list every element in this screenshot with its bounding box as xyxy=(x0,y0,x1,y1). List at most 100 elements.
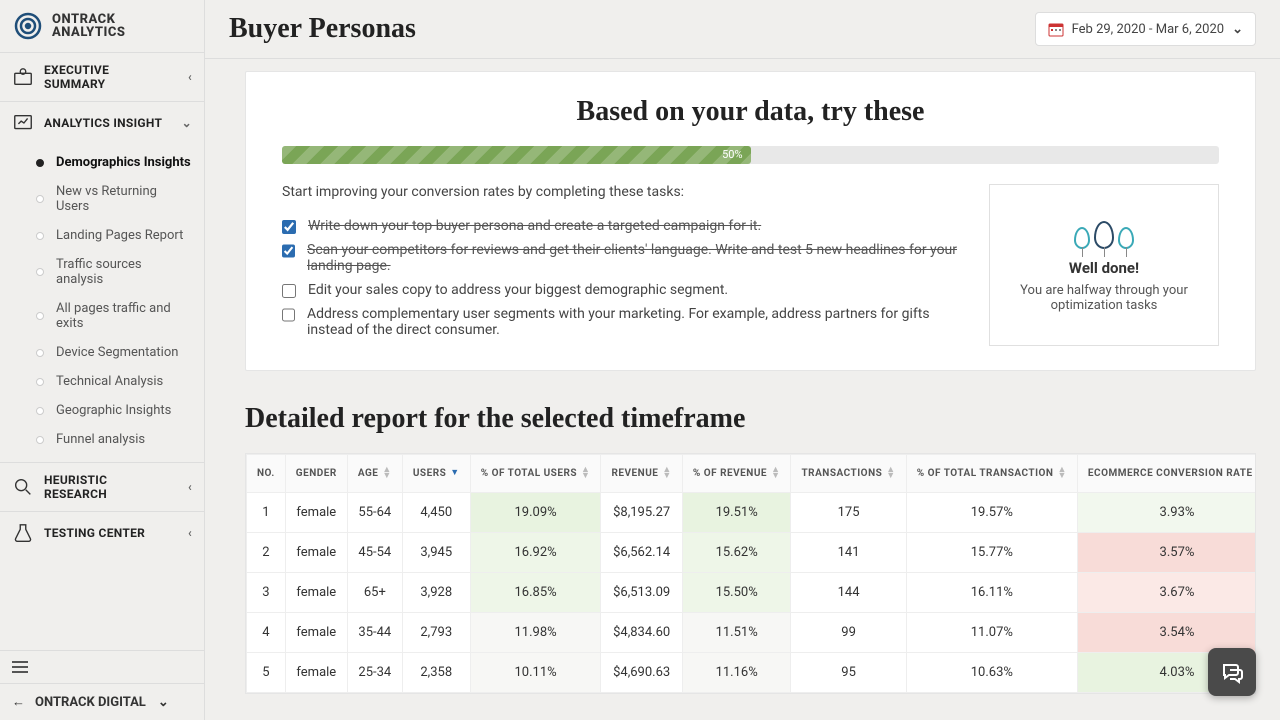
column-label: TRANSACTIONS xyxy=(801,468,882,479)
account-switcher[interactable]: ← ONTRACK DIGITAL ⌄ xyxy=(0,683,204,720)
table-cell: 10.63% xyxy=(906,652,1077,692)
bullet-icon xyxy=(36,232,44,240)
bullet-icon xyxy=(36,268,44,276)
report-title: Detailed report for the selected timefra… xyxy=(245,403,1256,435)
chevron-down-icon: ⌄ xyxy=(1232,22,1243,37)
chevron-left-icon: ‹ xyxy=(188,70,192,84)
chat-button[interactable] xyxy=(1208,648,1256,696)
nav-section-heuristic-research[interactable]: HEURISTIC RESEARCH ‹ xyxy=(0,463,204,511)
table-cell: 2,793 xyxy=(402,612,470,652)
bullet-icon xyxy=(36,378,44,386)
task-item: Edit your sales copy to address your big… xyxy=(282,282,965,298)
table-cell: 175 xyxy=(791,492,906,532)
table-cell: 3,945 xyxy=(402,532,470,572)
sort-icon: ▲▼ xyxy=(581,467,590,480)
column-label: AGE xyxy=(358,468,379,479)
sidebar-item-label: Funnel analysis xyxy=(56,432,145,447)
page-title: Buyer Personas xyxy=(229,13,416,45)
table-cell: 15.77% xyxy=(906,532,1077,572)
table-cell: 16.85% xyxy=(470,572,601,612)
sidebar-item-device-segmentation[interactable]: Device Segmentation xyxy=(0,338,204,367)
column-label: % OF TOTAL TRANSACTION xyxy=(917,468,1054,479)
column-header[interactable]: GENDER xyxy=(285,455,347,493)
column-header[interactable]: NO. xyxy=(247,455,286,493)
sidebar-item-label: Traffic sources analysis xyxy=(56,257,192,287)
nav-section-label: EXECUTIVE SUMMARY xyxy=(44,63,154,91)
column-header[interactable]: USERS▼ xyxy=(402,455,470,493)
sort-icon: ▲▼ xyxy=(382,467,391,480)
table-cell: 5 xyxy=(247,652,286,692)
sidebar-item-all-pages-traffic-and-exits[interactable]: All pages traffic and exits xyxy=(0,294,204,338)
table-cell: 3 xyxy=(247,572,286,612)
sidebar-item-demographics-insights[interactable]: Demographics Insights xyxy=(0,148,204,177)
table-cell: female xyxy=(285,572,347,612)
column-label: % OF TOTAL USERS xyxy=(481,468,577,479)
sidebar: ONTRACK ANALYTICS EXECUTIVE SUMMARY ‹ AN… xyxy=(0,0,205,720)
topbar: Buyer Personas Feb 29, 2020 - Mar 6, 202… xyxy=(205,0,1280,59)
report-table: NO.GENDERAGE▲▼USERS▼% OF TOTAL USERS▲▼RE… xyxy=(245,453,1256,694)
column-header[interactable]: AGE▲▼ xyxy=(347,455,402,493)
task-label: Address complementary user segments with… xyxy=(307,306,965,338)
task-label: Write down your top buyer persona and cr… xyxy=(308,218,761,234)
sidebar-item-traffic-sources-analysis[interactable]: Traffic sources analysis xyxy=(0,250,204,294)
task-checkbox[interactable] xyxy=(282,284,296,298)
chevron-down-icon: ⌄ xyxy=(158,695,169,710)
column-header[interactable]: TRANSACTIONS ▲▼ xyxy=(791,455,906,493)
congrats-text: You are halfway through your optimizatio… xyxy=(1006,283,1202,313)
table-cell: 15.50% xyxy=(682,572,791,612)
bullet-icon xyxy=(36,407,44,415)
sidebar-collapse-toggle[interactable] xyxy=(0,651,204,683)
sidebar-item-geographic-insights[interactable]: Geographic Insights xyxy=(0,396,204,425)
sidebar-item-funnel-analysis[interactable]: Funnel analysis xyxy=(0,425,204,454)
table-cell: 19.09% xyxy=(470,492,601,532)
table-cell: 10.11% xyxy=(470,652,601,692)
nav-section-executive-summary[interactable]: EXECUTIVE SUMMARY ‹ xyxy=(0,53,204,101)
nav-section-label: ANALYTICS INSIGHT xyxy=(44,116,162,130)
account-label: ONTRACK DIGITAL xyxy=(35,695,146,710)
summary-icon xyxy=(12,66,34,88)
bullet-icon xyxy=(36,312,44,320)
sidebar-item-landing-pages-report[interactable]: Landing Pages Report xyxy=(0,221,204,250)
table-cell: $6,513.09 xyxy=(601,572,682,612)
progress-bar: 50% xyxy=(282,146,1219,164)
table-cell: 16.92% xyxy=(470,532,601,572)
column-label: ECOMMERCE CONVERSION RATE xyxy=(1088,468,1253,479)
sidebar-item-new-vs-returning-users[interactable]: New vs Returning Users xyxy=(0,177,204,221)
sidebar-item-technical-analysis[interactable]: Technical Analysis xyxy=(0,367,204,396)
bullet-icon xyxy=(36,195,44,203)
congrats-panel: Well done! You are halfway through your … xyxy=(989,184,1219,346)
calendar-icon xyxy=(1048,21,1064,37)
sort-desc-icon: ▼ xyxy=(450,470,459,476)
task-checkbox[interactable] xyxy=(282,244,295,258)
date-range-label: Feb 29, 2020 - Mar 6, 2020 xyxy=(1072,22,1225,37)
nav-section-testing-center[interactable]: TESTING CENTER ‹ xyxy=(0,512,204,554)
nav-section-label: TESTING CENTER xyxy=(44,526,145,540)
sidebar-item-label: Demographics Insights xyxy=(56,155,191,170)
analytics-icon xyxy=(12,112,34,134)
task-checkbox[interactable] xyxy=(282,308,295,322)
column-header[interactable]: REVENUE▲▼ xyxy=(601,455,682,493)
bullet-icon xyxy=(36,349,44,357)
column-header[interactable]: % OF REVENUE▲▼ xyxy=(682,455,791,493)
chevron-left-icon: ‹ xyxy=(188,526,192,540)
column-header[interactable]: % OF TOTAL TRANSACTION ▲▼ xyxy=(906,455,1077,493)
column-label: REVENUE xyxy=(611,468,658,479)
table-cell: $8,195.27 xyxy=(601,492,682,532)
brand-logo[interactable]: ONTRACK ANALYTICS xyxy=(0,0,204,52)
sort-icon: ▲▼ xyxy=(1058,467,1067,480)
table-cell: 35-44 xyxy=(347,612,402,652)
table-cell: female xyxy=(285,532,347,572)
research-icon xyxy=(12,476,34,498)
table-cell: 3.93% xyxy=(1077,492,1256,532)
sort-icon: ▲▼ xyxy=(886,467,895,480)
table-cell: $4,834.60 xyxy=(601,612,682,652)
chevron-left-icon: ‹ xyxy=(188,480,192,494)
nav-section-analytics-insight[interactable]: ANALYTICS INSIGHT ⌄ xyxy=(0,102,204,144)
column-header[interactable]: % OF TOTAL USERS ▲▼ xyxy=(470,455,601,493)
progress-label: 50% xyxy=(722,146,742,164)
column-header[interactable]: ECOMMERCE CONVERSION RATE▲▼ xyxy=(1077,455,1256,493)
table-cell: 1 xyxy=(247,492,286,532)
date-range-picker[interactable]: Feb 29, 2020 - Mar 6, 2020 ⌄ xyxy=(1035,12,1256,46)
task-checkbox[interactable] xyxy=(282,220,296,234)
table-cell: 11.07% xyxy=(906,612,1077,652)
